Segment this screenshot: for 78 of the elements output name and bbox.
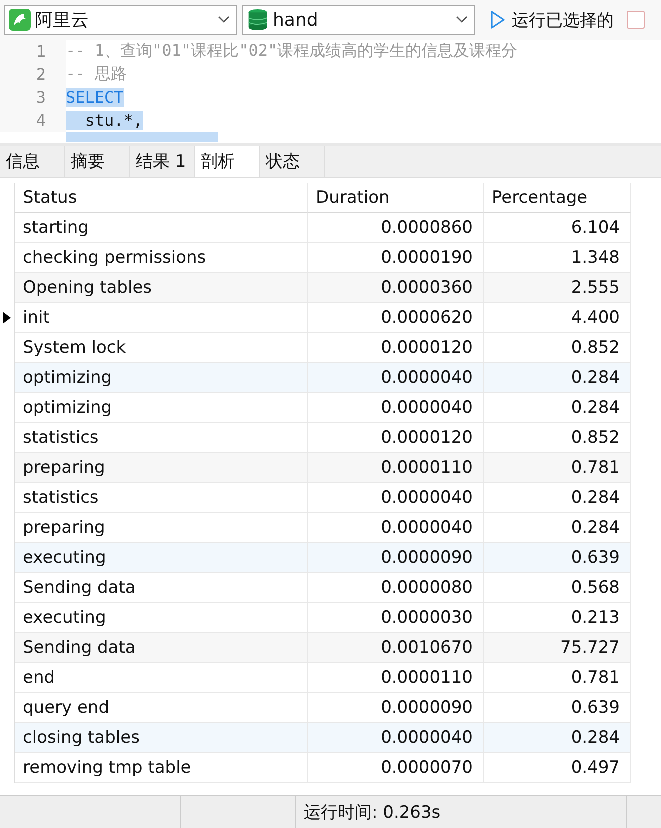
line-number: 1 — [0, 40, 66, 63]
table-cell: query end — [15, 693, 308, 723]
table-cell: 0.0000030 — [308, 603, 484, 633]
tab[interactable]: 剖析 — [195, 146, 260, 177]
code-line: -- 思路 — [66, 64, 127, 85]
table-cell: removing tmp table — [15, 753, 308, 783]
table-cell: 0.0000110 — [308, 453, 484, 483]
table-cell: optimizing — [15, 363, 308, 393]
table-cell: 1.348 — [484, 243, 631, 273]
table-cell: 0.0000040 — [308, 513, 484, 543]
table-cell: Sending data — [15, 633, 308, 663]
table-cell: 0.0000120 — [308, 423, 484, 453]
table-cell: 0.0000120 — [308, 333, 484, 363]
table-cell: 0.0000070 — [308, 753, 484, 783]
chevron-down-icon — [218, 16, 230, 24]
column-header[interactable]: Percentage — [484, 183, 631, 213]
table-cell: starting — [15, 213, 308, 243]
play-icon — [490, 10, 506, 30]
table-cell: 0.568 — [484, 573, 631, 603]
table-cell: 0.0000040 — [308, 363, 484, 393]
table-cell: statistics — [15, 483, 308, 513]
table-cell: 0.0000110 — [308, 663, 484, 693]
table-cell: 0.852 — [484, 333, 631, 363]
checkbox[interactable] — [627, 11, 645, 29]
database-value: hand — [273, 10, 320, 30]
column-header[interactable]: Status — [15, 183, 308, 213]
table-cell: 0.213 — [484, 603, 631, 633]
table-cell: 0.0000620 — [308, 303, 484, 333]
connection-value: 阿里云 — [35, 9, 90, 32]
table-cell: 2.555 — [484, 273, 631, 303]
table-cell: 0.781 — [484, 663, 631, 693]
connection-dropdown[interactable]: 阿里云 — [4, 5, 237, 35]
table-cell: 75.727 — [484, 633, 631, 663]
table-cell: 0.0000040 — [308, 393, 484, 423]
table-cell: 0.0000040 — [308, 483, 484, 513]
line-number: 2 — [0, 63, 66, 86]
table-cell: Opening tables — [15, 273, 308, 303]
table-cell: 0.852 — [484, 423, 631, 453]
table-cell: executing — [15, 603, 308, 633]
table-cell: 0.639 — [484, 693, 631, 723]
table-cell: executing — [15, 543, 308, 573]
table-cell: 0.497 — [484, 753, 631, 783]
table-cell: statistics — [15, 423, 308, 453]
table-cell: preparing — [15, 513, 308, 543]
table-cell: 0.284 — [484, 513, 631, 543]
table-cell: init — [15, 303, 308, 333]
table-cell: Sending data — [15, 573, 308, 603]
table-cell: 0.0000080 — [308, 573, 484, 603]
table-cell: 0.0000360 — [308, 273, 484, 303]
table-cell: checking permissions — [15, 243, 308, 273]
line-number: 3 — [0, 86, 66, 109]
table-cell: 0.284 — [484, 723, 631, 753]
table-cell: preparing — [15, 453, 308, 483]
table-cell: 0.284 — [484, 363, 631, 393]
run-selected-button[interactable]: 运行已选择的 — [480, 8, 622, 32]
table-cell: 6.104 — [484, 213, 631, 243]
code-line: -- 1、查询"01"课程比"02"课程成绩高的学生的信息及课程分 — [66, 41, 518, 62]
table-cell: 0.639 — [484, 543, 631, 573]
database-icon — [247, 9, 269, 31]
table-cell: 0.0000090 — [308, 543, 484, 573]
run-time-text: 运行时间: 0.263s — [304, 802, 441, 824]
table-cell: 0.0000190 — [308, 243, 484, 273]
table-cell: optimizing — [15, 393, 308, 423]
table-cell: 0.0000860 — [308, 213, 484, 243]
table-cell: 4.400 — [484, 303, 631, 333]
table-cell: 0.284 — [484, 483, 631, 513]
table-cell: 0.284 — [484, 393, 631, 423]
table-cell: closing tables — [15, 723, 308, 753]
line-number: 4 — [0, 109, 66, 132]
table-cell: 0.0010670 — [308, 633, 484, 663]
table-cell: 0.0000090 — [308, 693, 484, 723]
table-cell: 0.781 — [484, 453, 631, 483]
table-cell: end — [15, 663, 308, 693]
chevron-down-icon — [456, 16, 468, 24]
table-cell: System lock — [15, 333, 308, 363]
database-dropdown[interactable]: hand — [242, 5, 475, 35]
table-cell: 0.0000040 — [308, 723, 484, 753]
column-header[interactable]: Duration — [308, 183, 484, 213]
